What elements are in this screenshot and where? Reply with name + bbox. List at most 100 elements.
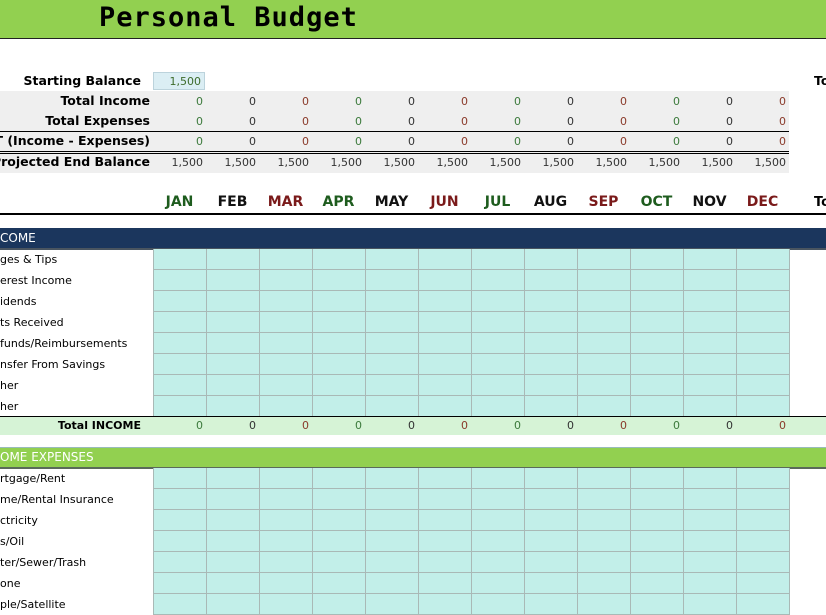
home-cell[interactable] — [207, 468, 260, 489]
income-cell[interactable] — [525, 354, 578, 375]
income-cell[interactable] — [472, 333, 525, 354]
income-cell[interactable] — [525, 291, 578, 312]
income-cell[interactable] — [260, 312, 313, 333]
income-cell[interactable] — [154, 249, 207, 270]
home-cell[interactable] — [207, 510, 260, 531]
home-cell[interactable] — [207, 489, 260, 510]
home-cell[interactable] — [260, 510, 313, 531]
home-cell[interactable] — [154, 468, 207, 489]
income-cell[interactable] — [525, 312, 578, 333]
home-cell[interactable] — [737, 573, 790, 594]
income-cell[interactable] — [631, 375, 684, 396]
home-cell[interactable] — [260, 531, 313, 552]
home-cell[interactable] — [472, 531, 525, 552]
home-cell[interactable] — [313, 468, 366, 489]
home-cell[interactable] — [472, 573, 525, 594]
home-cell[interactable] — [366, 510, 419, 531]
income-cell[interactable] — [154, 291, 207, 312]
home-cell[interactable] — [578, 573, 631, 594]
home-cell[interactable] — [419, 594, 472, 615]
income-cell[interactable] — [737, 375, 790, 396]
income-cell[interactable] — [154, 333, 207, 354]
income-cell[interactable] — [313, 291, 366, 312]
income-cell[interactable] — [366, 291, 419, 312]
income-cell[interactable] — [207, 333, 260, 354]
home-cell[interactable] — [631, 468, 684, 489]
home-cell[interactable] — [207, 594, 260, 615]
income-cell[interactable] — [737, 291, 790, 312]
income-cell[interactable] — [419, 396, 472, 417]
home-cell[interactable] — [525, 468, 578, 489]
income-cell[interactable] — [366, 249, 419, 270]
income-cell[interactable] — [684, 270, 737, 291]
home-cell[interactable] — [684, 594, 737, 615]
home-cell[interactable] — [578, 594, 631, 615]
income-cell[interactable] — [525, 396, 578, 417]
income-cell[interactable] — [207, 312, 260, 333]
home-cell[interactable] — [684, 552, 737, 573]
home-cell[interactable] — [684, 573, 737, 594]
home-cell[interactable] — [472, 552, 525, 573]
income-cell[interactable] — [207, 354, 260, 375]
income-cell[interactable] — [578, 312, 631, 333]
income-cell[interactable] — [684, 354, 737, 375]
income-cell[interactable] — [260, 249, 313, 270]
income-cell[interactable] — [578, 375, 631, 396]
income-cell[interactable] — [737, 270, 790, 291]
home-cell[interactable] — [366, 468, 419, 489]
income-cell[interactable] — [207, 396, 260, 417]
home-cell[interactable] — [366, 594, 419, 615]
income-cell[interactable] — [737, 312, 790, 333]
income-cell[interactable] — [578, 354, 631, 375]
income-cell[interactable] — [525, 270, 578, 291]
home-cell[interactable] — [631, 552, 684, 573]
income-cell[interactable] — [472, 354, 525, 375]
home-cell[interactable] — [419, 531, 472, 552]
home-cell[interactable] — [525, 531, 578, 552]
home-cell[interactable] — [366, 531, 419, 552]
income-cell[interactable] — [737, 396, 790, 417]
income-cell[interactable] — [207, 291, 260, 312]
income-cell[interactable] — [207, 249, 260, 270]
home-cell[interactable] — [631, 531, 684, 552]
income-cell[interactable] — [737, 354, 790, 375]
income-cell[interactable] — [631, 270, 684, 291]
home-cell[interactable] — [154, 489, 207, 510]
home-cell[interactable] — [578, 531, 631, 552]
income-cell[interactable] — [313, 270, 366, 291]
home-cell[interactable] — [366, 552, 419, 573]
income-cell[interactable] — [260, 396, 313, 417]
income-cell[interactable] — [419, 333, 472, 354]
home-cell[interactable] — [313, 573, 366, 594]
income-cell[interactable] — [366, 270, 419, 291]
income-cell[interactable] — [631, 333, 684, 354]
income-cell[interactable] — [472, 291, 525, 312]
income-cell[interactable] — [631, 354, 684, 375]
home-cell[interactable] — [737, 468, 790, 489]
income-cell[interactable] — [578, 249, 631, 270]
income-cell[interactable] — [207, 270, 260, 291]
home-cell[interactable] — [737, 510, 790, 531]
home-cell[interactable] — [578, 489, 631, 510]
home-cell[interactable] — [154, 510, 207, 531]
income-cell[interactable] — [419, 249, 472, 270]
income-cell[interactable] — [366, 396, 419, 417]
income-cell[interactable] — [419, 270, 472, 291]
income-cell[interactable] — [366, 312, 419, 333]
income-cell[interactable] — [684, 291, 737, 312]
income-cell[interactable] — [366, 375, 419, 396]
home-cell[interactable] — [260, 573, 313, 594]
home-cell[interactable] — [684, 489, 737, 510]
income-cell[interactable] — [313, 249, 366, 270]
income-cell[interactable] — [419, 291, 472, 312]
home-cell[interactable] — [525, 594, 578, 615]
income-cell[interactable] — [525, 375, 578, 396]
income-cell[interactable] — [472, 375, 525, 396]
income-cell[interactable] — [684, 396, 737, 417]
home-cell[interactable] — [578, 552, 631, 573]
income-cell[interactable] — [631, 312, 684, 333]
home-cell[interactable] — [419, 552, 472, 573]
home-cell[interactable] — [631, 510, 684, 531]
home-cell[interactable] — [366, 573, 419, 594]
income-cell[interactable] — [260, 354, 313, 375]
